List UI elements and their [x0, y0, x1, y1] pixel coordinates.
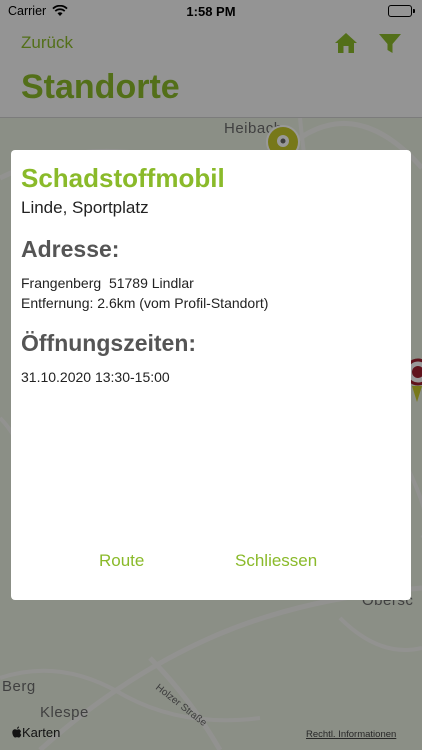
- opening-hours-line: 31.10.2020 13:30-15:00: [21, 369, 170, 385]
- dialog-subtitle: Linde, Sportplatz: [21, 198, 149, 217]
- location-detail-dialog: Schadstoffmobil Linde, Sportplatz Adress…: [11, 150, 411, 600]
- distance-line: Entfernung: 2.6km (vom Profil-Standort): [21, 295, 269, 311]
- dialog-title: Schadstoffmobil: [21, 163, 225, 193]
- address-heading: Adresse:: [21, 236, 120, 262]
- close-button[interactable]: Schliessen: [235, 551, 317, 571]
- route-button[interactable]: Route: [99, 551, 144, 571]
- opening-hours-heading: Öffnungszeiten:: [21, 330, 197, 356]
- address-line: Frangenberg 51789 Lindlar: [21, 275, 194, 291]
